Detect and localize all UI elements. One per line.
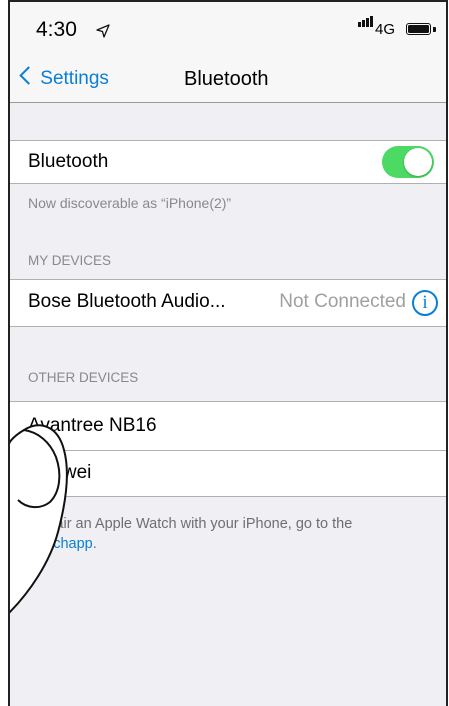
battery-cap xyxy=(433,27,436,32)
my-devices-header: MY DEVICES xyxy=(28,253,112,268)
info-icon[interactable]: i xyxy=(412,290,438,316)
location-arrow-icon xyxy=(96,24,110,38)
back-button-label: Settings xyxy=(40,68,109,89)
page-title: Bluetooth xyxy=(184,68,269,90)
device-status: Not Connected xyxy=(279,291,406,312)
chevron-left-icon xyxy=(19,66,38,85)
device-row-bose[interactable]: Bose Bluetooth Audio... Not Connected i xyxy=(10,279,446,327)
watch-note-suffix: . xyxy=(92,536,97,552)
battery-icon xyxy=(406,23,431,35)
device-name: Huawei xyxy=(28,462,92,483)
watch-app-link[interactable]: Watchapp xyxy=(28,536,93,552)
back-button[interactable]: Settings xyxy=(19,66,109,90)
bluetooth-toggle[interactable] xyxy=(382,146,434,178)
navigation-bar: Settings Bluetooth xyxy=(10,52,446,103)
bluetooth-toggle-row: Bluetooth xyxy=(10,140,446,184)
device-name: Avantree NB16 xyxy=(28,415,157,436)
bluetooth-label: Bluetooth xyxy=(28,151,109,172)
apple-watch-note: To pair an Apple Watch with your iPhone,… xyxy=(28,514,438,554)
device-row-huawei[interactable]: Huawei xyxy=(10,450,446,497)
status-time: 4:30 xyxy=(36,18,77,41)
toggle-knob xyxy=(404,148,432,176)
device-name: Bose Bluetooth Audio... xyxy=(28,291,226,312)
tap-finger-icon xyxy=(10,424,68,614)
discoverable-text: Now discoverable as “iPhone(2)” xyxy=(28,195,232,211)
device-row-avantree[interactable]: Avantree NB16 xyxy=(10,401,446,451)
phone-frame: 4:30 4G Settings Bluetooth Bluetooth Now… xyxy=(8,0,448,706)
other-devices-header: OTHER DEVICES xyxy=(28,370,139,385)
status-bar: 4:30 4G xyxy=(10,2,446,52)
watch-note-text: To pair an Apple Watch with your iPhone,… xyxy=(28,516,353,532)
network-type: 4G xyxy=(374,21,395,38)
